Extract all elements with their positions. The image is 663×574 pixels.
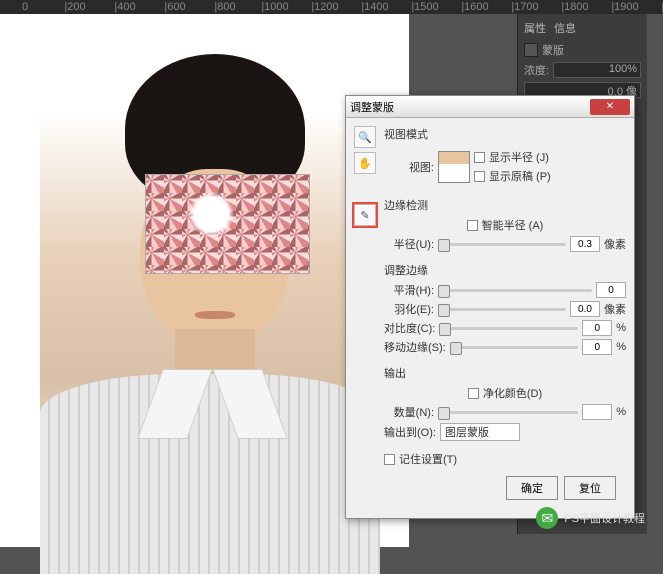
- adjust-edge-group: 调整边缘 平滑(H): 羽化(E): 像素 对比度(C):% 移动边缘(S):%: [384, 262, 626, 355]
- remember-label: 记住设置(T): [399, 451, 457, 467]
- shift-unit: %: [616, 341, 626, 353]
- view-label: 视图:: [384, 159, 434, 175]
- edge-detect-title: 边缘检测: [384, 197, 626, 213]
- contrast-slider[interactable]: [439, 327, 578, 330]
- shift-slider[interactable]: [450, 346, 578, 349]
- feather-field[interactable]: [570, 301, 600, 317]
- shirt-shape: [40, 374, 380, 574]
- mask-label: 蒙版: [542, 42, 564, 58]
- tab-properties[interactable]: 属性: [524, 20, 546, 36]
- output-group: 输出 净化颜色(D) 数量(N):% 输出到(O):图层蒙版: [384, 365, 626, 441]
- feather-label: 羽化(E):: [384, 301, 434, 317]
- wechat-icon: ✉: [536, 507, 558, 529]
- radius-label: 半径(U):: [384, 236, 434, 252]
- zoom-icon[interactable]: 🔍: [354, 126, 376, 148]
- hand-icon[interactable]: ✋: [354, 152, 376, 174]
- smooth-field[interactable]: [596, 282, 626, 298]
- feather-unit: 像素: [604, 301, 626, 317]
- reset-button[interactable]: 复位: [564, 476, 616, 500]
- close-icon[interactable]: ✕: [590, 99, 630, 115]
- mask-icon: [524, 43, 538, 57]
- smart-radius-label: 智能半径 (A): [482, 217, 544, 233]
- radius-slider[interactable]: [438, 243, 566, 246]
- view-mode-group: 视图模式 视图: 显示半径 (J) 显示原稿 (P): [384, 126, 626, 187]
- shift-field[interactable]: [582, 339, 612, 355]
- contrast-label: 对比度(C):: [384, 320, 435, 336]
- opacity-label: 浓度:: [524, 62, 549, 78]
- watermark: ✉ PS平面设计教程: [536, 507, 645, 529]
- watermark-text: PS平面设计教程: [564, 510, 645, 526]
- mosaic-censor: [145, 174, 310, 274]
- show-radius-label: 显示半径 (J): [489, 149, 549, 165]
- output-dropdown[interactable]: 图层蒙版: [440, 423, 520, 441]
- adjust-edge-title: 调整边缘: [384, 262, 626, 278]
- tab-info[interactable]: 信息: [554, 20, 576, 36]
- feather-slider[interactable]: [438, 308, 566, 311]
- brush-icon[interactable]: ✎: [354, 204, 376, 226]
- remember-checkbox[interactable]: [384, 454, 395, 465]
- view-mode-title: 视图模式: [384, 126, 626, 142]
- amount-unit: %: [616, 406, 626, 418]
- contrast-field[interactable]: [582, 320, 612, 336]
- portrait-photo: [40, 39, 380, 529]
- show-radius-checkbox[interactable]: [474, 152, 485, 163]
- opacity-field[interactable]: 100%: [553, 62, 641, 78]
- radius-unit: 像素: [604, 236, 626, 252]
- view-thumbnail[interactable]: [438, 151, 470, 183]
- ruler-horizontal: 0|200|400|600|800|1000|1200|1400|1500|16…: [0, 0, 663, 14]
- amount-label: 数量(N):: [384, 404, 434, 420]
- dialog-titlebar[interactable]: 调整蒙版 ✕: [346, 96, 634, 118]
- purify-checkbox[interactable]: [468, 388, 479, 399]
- purify-label: 净化颜色(D): [483, 385, 542, 401]
- smooth-slider[interactable]: [438, 289, 592, 292]
- contrast-unit: %: [616, 322, 626, 334]
- smooth-label: 平滑(H):: [384, 282, 434, 298]
- ok-button[interactable]: 确定: [506, 476, 558, 500]
- smart-radius-checkbox[interactable]: [467, 220, 478, 231]
- amount-slider[interactable]: [438, 411, 578, 414]
- radius-field[interactable]: [570, 236, 600, 252]
- edge-detect-group: 边缘检测 智能半径 (A) 半径(U): 像素: [384, 197, 626, 252]
- dialog-title: 调整蒙版: [350, 99, 394, 115]
- shift-label: 移动边缘(S):: [384, 339, 446, 355]
- amount-field[interactable]: [582, 404, 612, 420]
- show-original-checkbox[interactable]: [474, 171, 485, 182]
- output-to-label: 输出到(O):: [384, 424, 436, 440]
- refine-mask-dialog: 调整蒙版 ✕ 🔍 ✋ ✎ 视图模式 视图: 显示半径 (J) 显示原稿 (P): [345, 95, 635, 519]
- output-title: 输出: [384, 365, 626, 381]
- show-original-label: 显示原稿 (P): [489, 168, 551, 184]
- mouth: [195, 311, 235, 319]
